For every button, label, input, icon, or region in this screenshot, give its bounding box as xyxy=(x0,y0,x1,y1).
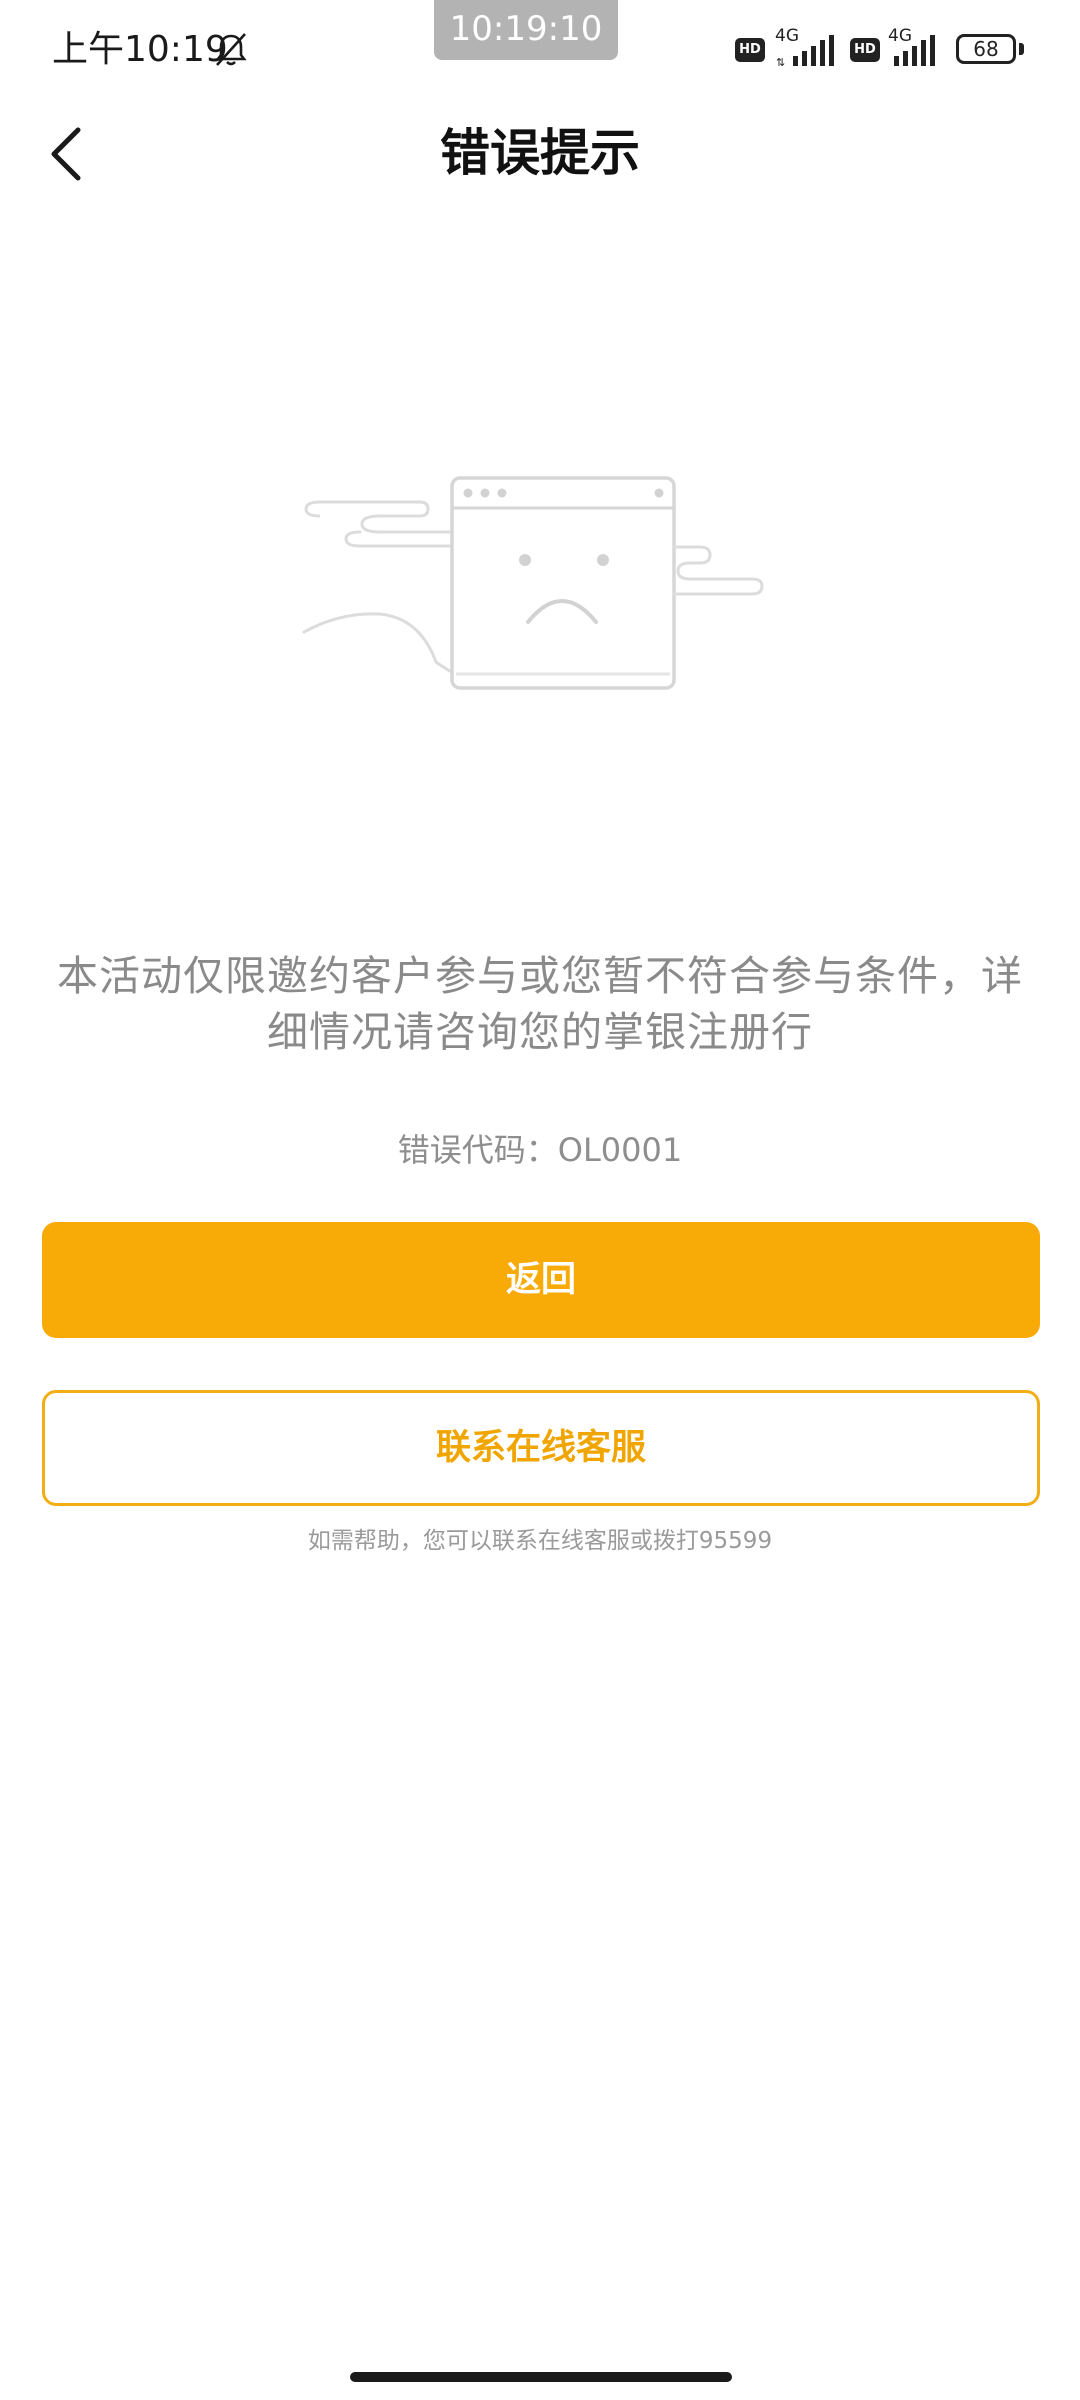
hd-badge: HD xyxy=(735,38,765,62)
signal-icon xyxy=(894,35,935,66)
chevron-left-icon xyxy=(51,127,81,181)
error-message: 本活动仅限邀约客户参与或您暂不符合参与条件，详细情况请咨询您的掌银注册行 xyxy=(57,952,1023,1056)
clock-overlay: 10:19:10 xyxy=(434,0,618,60)
status-bar: 上午10:19 10:19:10 HD 4G ⇅ HD 4G 68 xyxy=(0,0,1080,100)
back-button[interactable] xyxy=(34,116,98,192)
bell-off-icon xyxy=(215,33,247,66)
title-bar: 错误提示 xyxy=(0,100,1080,210)
sad-browser-window-icon xyxy=(302,476,764,690)
help-text: 如需帮助，您可以联系在线客服或拨打95599 xyxy=(307,1528,773,1554)
error-code: 错误代码：OL0001 xyxy=(397,1131,683,1169)
sim2-signal: HD 4G xyxy=(850,26,950,68)
contact-online-service-button[interactable]: 联系在线客服 xyxy=(42,1390,1040,1506)
status-time: 上午10:19 xyxy=(52,29,228,70)
svg-text:⇅: ⇅ xyxy=(776,56,785,68)
battery-cap xyxy=(1019,43,1024,55)
sim1-signal: HD 4G ⇅ xyxy=(735,26,845,68)
page-title: 错误提示 xyxy=(440,124,640,182)
battery-icon: 68 xyxy=(956,34,1016,64)
error-page: 上午10:19 10:19:10 HD 4G ⇅ HD 4G 68 错误提示 本… xyxy=(0,0,1080,2400)
signal-icon: ⇅ xyxy=(776,35,834,68)
return-button[interactable]: 返回 xyxy=(42,1222,1040,1338)
home-indicator[interactable] xyxy=(350,2372,732,2382)
hd-badge: HD xyxy=(850,38,880,62)
